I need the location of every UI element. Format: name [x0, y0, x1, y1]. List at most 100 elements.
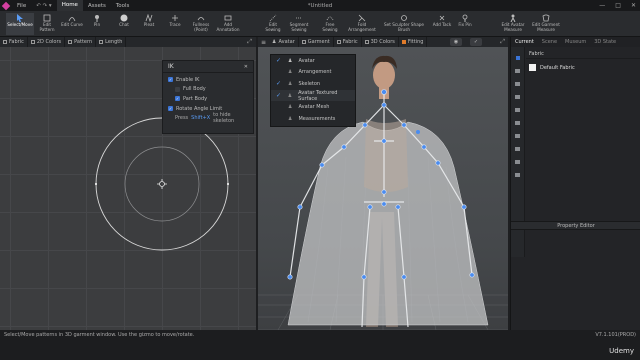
- checkmark-icon: ✓: [168, 106, 173, 112]
- select-move-tool[interactable]: Select/Move: [6, 13, 34, 35]
- measure-icon[interactable]: [515, 160, 520, 164]
- menu-item-avatar[interactable]: ✓ ♟ Avatar: [271, 55, 355, 67]
- app-logo-icon: [0, 0, 12, 11]
- menu-item-skeleton[interactable]: ✓ ♟ Skeleton: [271, 78, 355, 90]
- avatar-icon: ♟: [288, 104, 293, 111]
- minimize-icon[interactable]: —: [599, 2, 605, 9]
- expand-2d-icon[interactable]: ⤢: [247, 38, 252, 46]
- trace-tool[interactable]: Trace: [166, 13, 184, 35]
- maximize-icon[interactable]: □: [615, 2, 621, 9]
- free-sewing-icon: [326, 13, 335, 22]
- tack-icon: [438, 13, 447, 22]
- close-icon[interactable]: ✕: [631, 2, 636, 9]
- trim-icon[interactable]: [515, 121, 520, 125]
- tab-2d-length[interactable]: Length: [96, 37, 127, 47]
- tool-label: Select/Move: [7, 22, 33, 27]
- view-mode-icon[interactable]: ◉: [450, 38, 462, 46]
- menu-icon[interactable]: ≡: [258, 39, 269, 46]
- menu-item-avatar-mesh[interactable]: ♟ Avatar Mesh: [271, 101, 355, 113]
- fullness-icon: [197, 13, 206, 22]
- avatar-icon: ♟: [288, 57, 293, 64]
- tab-3d-garment[interactable]: Garment: [299, 37, 334, 47]
- garment-measure-icon: [542, 13, 551, 22]
- topstitch-icon[interactable]: [515, 108, 520, 112]
- avatar-head: [373, 61, 395, 89]
- segment-sewing-icon: [295, 13, 304, 22]
- menu-item-textured-surface[interactable]: ✓ ♟ Avatar Textured Surface: [271, 90, 355, 102]
- simulate-icon[interactable]: ✓: [470, 38, 482, 46]
- expand-3d-icon[interactable]: ⤢: [500, 38, 505, 46]
- pattern-point: [227, 183, 229, 185]
- full-body-option[interactable]: Full Body: [168, 85, 248, 95]
- zipper-icon[interactable]: [515, 134, 520, 138]
- window-controls: — □ ✕: [599, 0, 636, 11]
- add-tack-tool[interactable]: Add Tack: [432, 13, 452, 35]
- ik-dialog: IK ✕ ✓ Enable IK Full Body ✓ Part Body ✓ Ro…: [162, 60, 254, 134]
- brush-icon: [400, 13, 409, 22]
- part-body-option[interactable]: ✓ Part Body: [168, 94, 248, 104]
- tab-2d-pattern[interactable]: Pattern: [65, 37, 97, 47]
- curve-icon: [68, 13, 77, 22]
- tab-2d-fabric[interactable]: Fabric: [0, 37, 28, 47]
- pleat-tool[interactable]: Pleat: [140, 13, 158, 35]
- close-icon[interactable]: ✕: [244, 64, 248, 70]
- sewing-icon: [269, 13, 278, 22]
- fabric-icon[interactable]: [515, 69, 520, 73]
- free-sewing-tool[interactable]: Free Sewing: [318, 13, 342, 35]
- edit-garment-measure-tool[interactable]: Edit Garment Measure: [530, 13, 562, 35]
- menu-item-arrangement[interactable]: ♟ Arrangement: [271, 67, 355, 79]
- avatar-icon[interactable]: [515, 147, 520, 151]
- tab-3d-state[interactable]: 3D State: [590, 39, 620, 45]
- avatar-icon: ♟: [287, 92, 293, 99]
- edit-curve-tool[interactable]: Edit Curve: [60, 13, 84, 35]
- menu-file[interactable]: File: [12, 3, 31, 9]
- tab-museum[interactable]: Museum: [561, 39, 590, 45]
- add-annotation-tool[interactable]: Add Annotation: [215, 13, 241, 35]
- checkmark-icon: ✓: [175, 96, 180, 102]
- shortcut-key: Shift+X: [191, 115, 211, 122]
- avatar-torso: [364, 119, 408, 192]
- cursor-icon: [16, 13, 25, 22]
- pattern-outer-circle: [95, 117, 229, 251]
- quick-actions[interactable]: ↶ ↷ ▾: [31, 3, 56, 9]
- watermark-logo: Udemy: [609, 347, 634, 355]
- avatar-icon: ♟: [288, 115, 293, 122]
- menu-item-measurements[interactable]: ♟ Measurements: [271, 113, 355, 125]
- edit-avatar-measure-tool[interactable]: Edit Avatar Measure: [500, 13, 526, 35]
- tab-2d-colors[interactable]: 2D Colors: [28, 37, 66, 47]
- settings-icon[interactable]: [515, 173, 520, 177]
- menu-assets[interactable]: Assets: [83, 3, 111, 9]
- trace-icon: [171, 13, 180, 22]
- tab-3d-fabric[interactable]: Fabric: [334, 37, 362, 47]
- status-bar: Select/Move patterns in 3D garment windo…: [0, 330, 640, 360]
- checkmark-icon: ✓: [276, 80, 282, 88]
- tab-scene[interactable]: Scene: [538, 39, 561, 45]
- status-message: Select/Move patterns in 3D garment windo…: [4, 332, 195, 338]
- tab-3d-colors[interactable]: 3D Colors: [362, 37, 399, 47]
- ik-dialog-title: IK: [168, 63, 174, 70]
- menu-home[interactable]: Home: [56, 0, 83, 11]
- menu-tools[interactable]: Tools: [111, 3, 135, 9]
- edit-sewing-tool[interactable]: Edit Sewing: [262, 13, 284, 35]
- property-editor-header: Property Editor: [511, 221, 640, 230]
- pin-tool[interactable]: Pin: [89, 13, 105, 35]
- tab-3d-avatar[interactable]: ♟ Avatar: [269, 37, 299, 47]
- tab-3d-fitting[interactable]: Fitting: [399, 37, 428, 47]
- enable-ik-checkbox[interactable]: ✓ Enable IK: [168, 75, 248, 85]
- fullness-tool[interactable]: Fullness (Point): [190, 13, 212, 35]
- fix-pin-tool[interactable]: Fix Pin: [456, 13, 474, 35]
- buttonhole-icon[interactable]: [515, 95, 520, 99]
- panel-2d-header: Fabric 2D Colors Pattern Length ⤢: [0, 37, 256, 47]
- fabric-list-item[interactable]: Default Fabric: [526, 63, 640, 72]
- add-icon[interactable]: [515, 56, 520, 60]
- sculpter-brush-tool[interactable]: Set Sculpter Shape Brush: [378, 13, 430, 35]
- edit-pattern-tool[interactable]: Edit Pattern: [36, 13, 58, 35]
- fold-arrangement-tool[interactable]: Fold Arrangement: [348, 13, 376, 35]
- avatar-icon: ♟: [288, 80, 293, 87]
- button-icon[interactable]: [515, 82, 520, 86]
- fold-icon: [358, 13, 367, 22]
- chat-tool[interactable]: Chat: [115, 13, 133, 35]
- segment-sewing-tool[interactable]: Segment Sewing: [288, 13, 310, 35]
- avatar-icon: ♟: [288, 69, 293, 76]
- tab-current[interactable]: Current: [511, 39, 538, 45]
